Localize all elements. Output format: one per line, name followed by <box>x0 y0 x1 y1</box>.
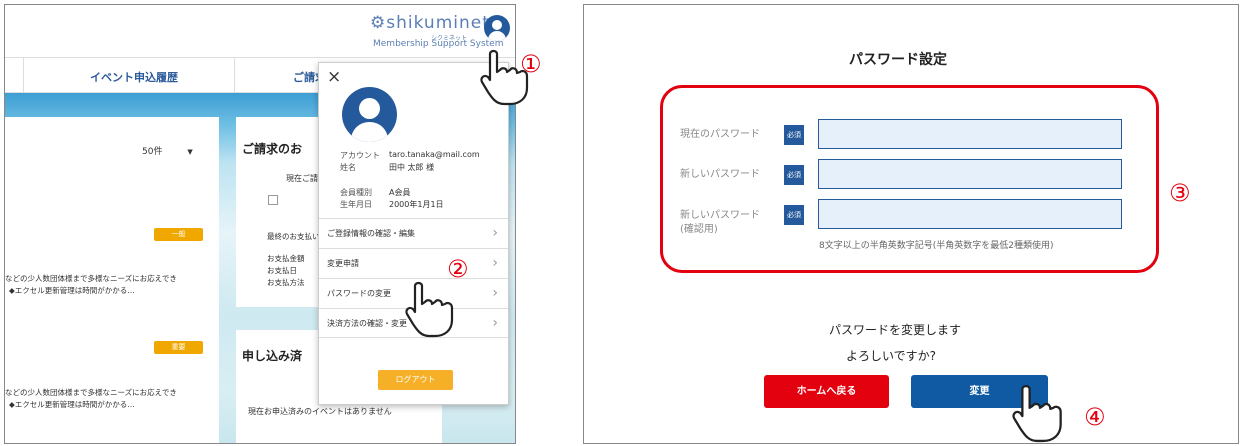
menu-item-edit-profile[interactable]: ご登録情報の確認・編集 › <box>319 218 508 248</box>
account-dropdown: × アカウント taro.tanaka@mail.com 姓名 田中 太郎 様 … <box>318 62 509 405</box>
hand-pointer-icon <box>405 281 454 338</box>
category-badge: 一般 <box>154 228 203 241</box>
name-value: 田中 太郎 様 <box>389 163 435 172</box>
applications-empty-text: 現在お申込済みのイベントはありません <box>248 407 392 416</box>
close-icon[interactable]: × <box>327 67 341 87</box>
payment-method-label: お支払方法 <box>267 278 305 287</box>
password-settings-screenshot: パスワード設定 現在のパスワード 必須 新しいパスワード 必須 新しいパスワード… <box>583 4 1239 444</box>
billing-status: 現在ご請 <box>286 174 318 183</box>
confirm-password-label-line1: 新しいパスワード <box>680 210 760 221</box>
menu-item-label: ご登録情報の確認・編集 <box>327 229 415 238</box>
payment-date-label: お支払日 <box>267 266 297 275</box>
required-badge: 必須 <box>784 165 804 185</box>
back-home-button[interactable]: ホームへ戻る <box>764 375 889 408</box>
name-label: 姓名 <box>340 163 356 172</box>
page-size-select[interactable]: 50件 ▼ <box>142 144 193 157</box>
birthday-value: 2000年1月1日 <box>389 200 444 209</box>
step-number: ② <box>447 255 469 283</box>
checkbox <box>268 195 278 205</box>
menu-item-label: 決済方法の確認・変更 <box>327 319 407 328</box>
confirm-password-label: 新しいパスワード (確認用) <box>680 209 760 237</box>
brand-name: shikuminet <box>386 13 490 33</box>
user-avatar-button[interactable] <box>484 15 510 41</box>
confirm-question: よろしいですか? <box>846 349 937 363</box>
member-type-label: 会員種別 <box>340 188 372 197</box>
page-title: パスワード設定 <box>849 52 947 68</box>
chevron-right-icon: › <box>492 315 498 331</box>
menu-item-label: パスワードの変更 <box>327 289 391 298</box>
required-badge: 必須 <box>784 125 804 145</box>
caret-down-icon: ▼ <box>187 148 193 156</box>
payment-amount-label: お支払金額 <box>267 254 305 263</box>
required-badge: 必須 <box>784 205 804 225</box>
event-description: などの少人数団体様まで多様なニーズにお応えでき <box>5 274 177 283</box>
account-value: taro.tanaka@mail.com <box>389 150 480 159</box>
logout-button[interactable]: ログアウト <box>378 370 453 390</box>
event-list-card: 50件 ▼ 一般 などの少人数団体様まで多様なニーズにお応えでき ◆エクセル更新… <box>5 117 219 443</box>
event-description: ◆エクセル更新管理は時間がかかる… <box>9 286 135 295</box>
last-payment-label: 最終のお支払い <box>267 232 320 241</box>
new-password-label: 新しいパスワード <box>680 169 760 180</box>
step-number: ① <box>520 50 542 78</box>
member-portal-screenshot: ⚙shikuminet シクミネット Membership Support Sy… <box>4 4 516 444</box>
step-number: ③ <box>1169 179 1191 207</box>
confirm-password-input[interactable] <box>818 199 1122 229</box>
new-password-input[interactable] <box>818 159 1122 189</box>
chevron-right-icon: › <box>492 255 498 271</box>
birthday-label: 生年月日 <box>340 200 372 209</box>
nav-divider <box>23 57 24 93</box>
step-number: ④ <box>1084 403 1106 431</box>
account-label: アカウント <box>340 151 380 160</box>
password-hint: 8文字以上の半角英数字記号(半角英数字を最低2種類使用) <box>819 241 1054 251</box>
applications-title: 申し込み済 <box>242 349 303 363</box>
member-type-value: A会員 <box>389 188 411 197</box>
brand-logo: ⚙shikuminet <box>370 13 490 33</box>
category-badge: 重要 <box>154 341 203 354</box>
menu-item-label: 変更申請 <box>327 259 359 268</box>
page-size-value: 50件 <box>142 147 163 157</box>
event-description: などの少人数団体様まで多様なニーズにお応えでき <box>5 388 177 397</box>
current-password-input[interactable] <box>818 119 1122 149</box>
current-password-label: 現在のパスワード <box>680 129 760 140</box>
confirm-message: パスワードを変更します <box>829 323 962 337</box>
billing-title: ご請求のお <box>242 142 303 156</box>
hand-pointer-icon <box>1012 384 1062 443</box>
event-description: ◆エクセル更新管理は時間がかかる… <box>9 400 135 409</box>
nav-event-history[interactable]: イベント申込履歴 <box>90 69 178 85</box>
avatar <box>342 87 397 142</box>
confirm-password-label-line2: (確認用) <box>680 224 718 235</box>
menu-item-change-request[interactable]: 変更申請 › <box>319 248 508 278</box>
chevron-right-icon: › <box>492 285 498 301</box>
chevron-right-icon: › <box>492 225 498 241</box>
nav-divider <box>234 57 235 93</box>
